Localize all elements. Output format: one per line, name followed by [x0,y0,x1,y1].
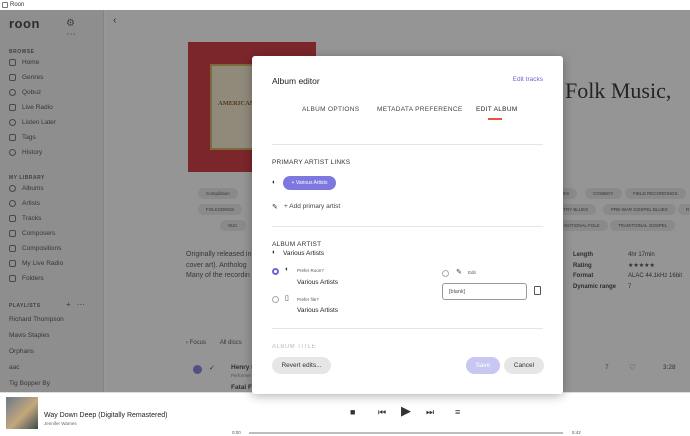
window-title: Roon [10,2,25,8]
save-button[interactable]: Save [466,357,500,374]
prefer-roon-value: Various Artists [297,279,339,286]
prefer-roon-label: Prefer Roon? [297,268,324,273]
artist-link-pill[interactable]: + Various Artists [283,176,336,190]
file-icon: ▯ [285,295,289,302]
revert-edits-button[interactable]: Revert edits... [272,357,331,374]
tab-edit-album[interactable]: EDIT ALBUM [476,106,518,113]
copy-icon[interactable] [534,286,541,295]
cancel-button[interactable]: Cancel [504,357,544,374]
album-artist-edit-field[interactable]: [blank] [442,283,527,300]
prefer-roon-radio[interactable] [272,268,279,275]
pencil-icon: ✎ [456,269,462,276]
edit-radio[interactable] [442,270,449,277]
now-playing-artwork[interactable] [6,397,38,429]
active-tab-indicator [488,118,502,120]
edit-label: Edit [468,270,476,275]
album-artist-value: Various Artists [283,250,325,257]
app-icon [2,2,8,8]
prefer-file-radio[interactable] [272,296,279,303]
divider [272,226,543,227]
window-titlebar: Roon [0,0,690,10]
next-icon[interactable]: ⏭ [426,407,434,418]
play-icon[interactable]: ▶ [401,403,411,419]
artist-icon: ◐ [272,179,277,186]
album-editor-dialog: Album editor Edit tracks ALBUM OPTIONS M… [252,56,563,394]
tab-album-options[interactable]: ALBUM OPTIONS [302,106,359,113]
dialog-title: Album editor [272,76,320,86]
divider [272,328,543,329]
prefer-file-value: Various Artists [297,307,339,314]
artist-icon: ◐ [272,249,277,256]
stop-icon[interactable]: ■ [350,407,355,417]
add-primary-artist-link[interactable]: + Add primary artist [284,203,340,210]
now-playing-title[interactable]: Way Down Deep (Digitally Remastered) [44,412,167,419]
edit-tracks-link[interactable]: Edit tracks [513,76,543,83]
roon-icon: ◐ [285,266,290,273]
previous-icon[interactable]: ⏮ [378,407,386,418]
clipped-section-header: ALBUM TITLE [272,344,317,348]
tab-metadata-preference[interactable]: METADATA PREFERENCE [377,106,463,113]
prefer-file-label: Prefer file? [297,297,319,302]
now-playing-bar: Way Down Deep (Digitally Remastered) Jen… [0,392,690,436]
album-artist-header: ALBUM ARTIST [272,241,322,248]
elapsed-time: 0:00 [232,430,241,435]
total-time: 5:42 [572,430,581,435]
seek-bar[interactable] [249,432,563,434]
primary-artist-links-header: PRIMARY ARTIST LINKS [272,159,351,166]
divider [272,144,543,145]
pencil-icon[interactable]: ✎ [272,203,278,211]
now-playing-artist[interactable]: Jennifer Warnes [44,421,77,426]
queue-icon[interactable]: ≡ [455,407,460,417]
